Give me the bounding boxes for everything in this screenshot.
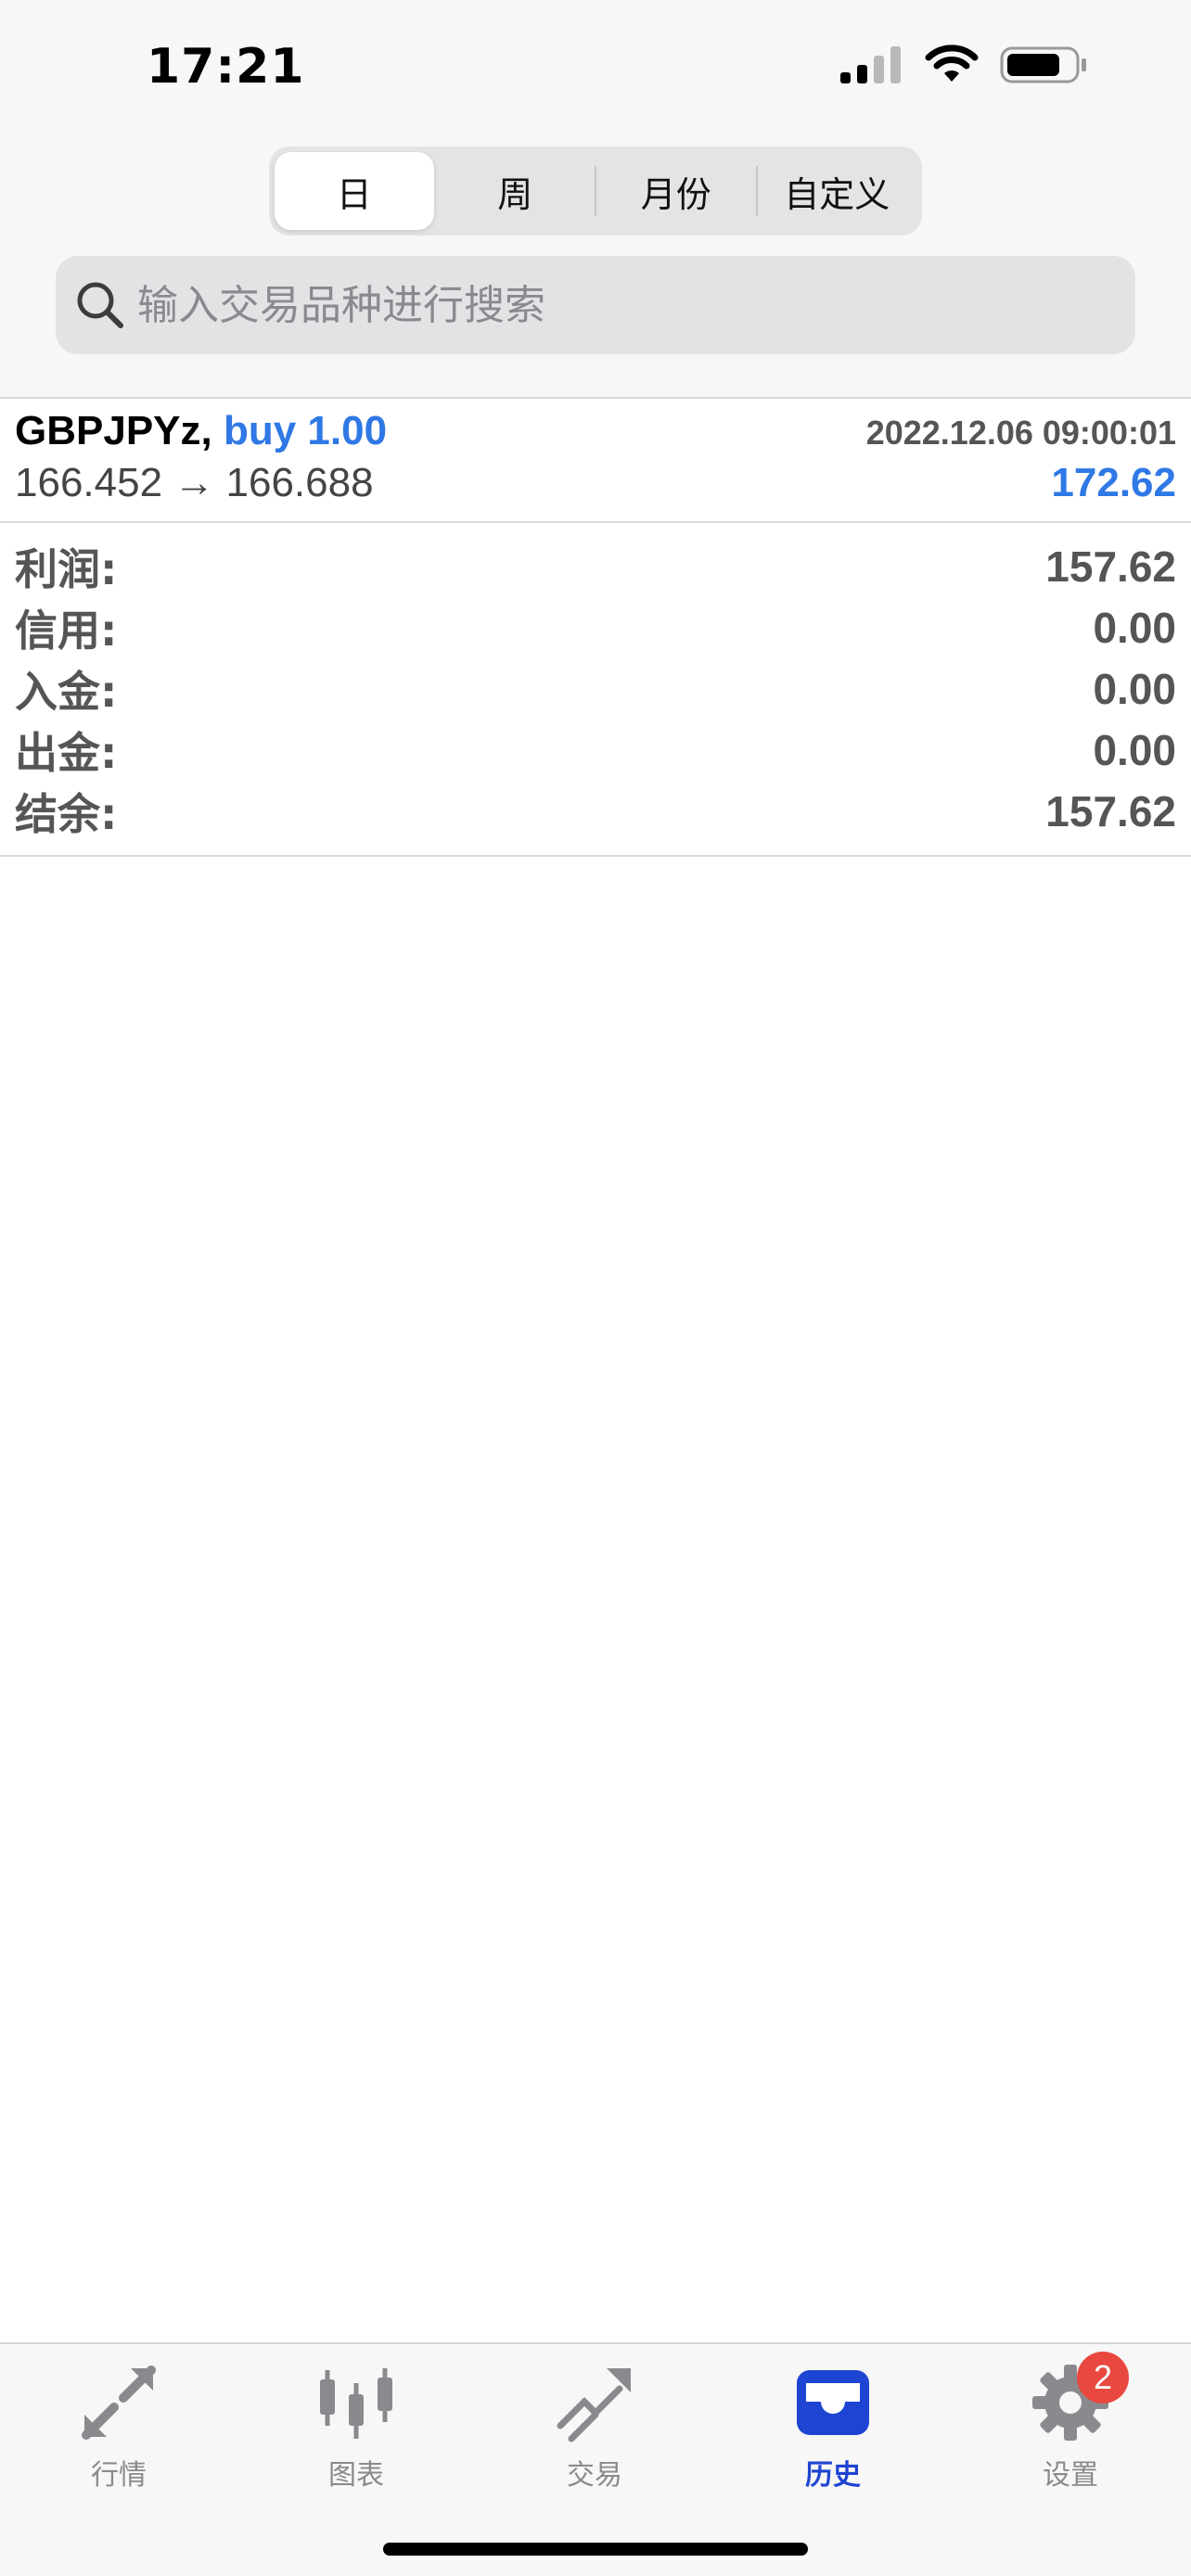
summary-label: 入金:: [15, 667, 118, 717]
period-tab-day[interactable]: 日: [275, 152, 434, 230]
summary-row-profit: 利润: 157.62: [15, 536, 1176, 597]
summary-label: 利润:: [15, 544, 118, 594]
tab-label: 交易: [567, 2459, 622, 2492]
tab-trade[interactable]: 交易: [511, 2361, 678, 2509]
tab-settings[interactable]: 2 设置: [987, 2352, 1154, 2509]
summary-row-deposit: 入金: 0.00: [15, 658, 1176, 720]
summary-value: 0.00: [1093, 604, 1176, 652]
summary-label: 结余:: [15, 789, 118, 839]
status-icons: [839, 45, 1089, 85]
summary-value: 0.00: [1093, 665, 1176, 713]
deal-time: 2022.12.06 09:00:01: [865, 414, 1176, 452]
summary-row-balance: 结余: 157.62: [15, 781, 1176, 842]
deal-direction-volume: buy 1.00: [223, 408, 388, 453]
deal-profit: 172.62: [1051, 460, 1176, 505]
divider: [0, 397, 1191, 399]
tab-chart[interactable]: 图表: [273, 2361, 440, 2509]
deal-prices: 166.452 → 166.688: [15, 460, 374, 505]
settings-icon: 2: [1029, 2352, 1129, 2444]
summary-value: 157.62: [1045, 787, 1176, 835]
period-tab-label: 日: [336, 173, 372, 215]
summary-value: 0.00: [1093, 726, 1176, 774]
tab-bar: 行情 图表 交易 历史 2 设置: [0, 2342, 1191, 2576]
search-input[interactable]: [135, 280, 1067, 330]
period-tab-week[interactable]: 周: [436, 152, 596, 230]
tab-quotes[interactable]: 行情: [35, 2361, 202, 2509]
period-tab-custom[interactable]: 自定义: [758, 152, 917, 230]
cellular-signal-icon: [840, 46, 901, 83]
history-icon: [791, 2361, 875, 2444]
period-segmented-control: 日 周 月份 自定义: [269, 147, 922, 236]
summary-value: 157.62: [1045, 542, 1176, 591]
notification-badge: 2: [1077, 2352, 1129, 2404]
quotes-icon: [77, 2361, 160, 2444]
status-bar: 17:21: [0, 0, 1191, 139]
wifi-icon: [925, 45, 979, 82]
summary-row-credit: 信用: 0.00: [15, 597, 1176, 658]
divider: [0, 521, 1191, 523]
battery-icon: [1000, 46, 1086, 83]
history-summary: 利润: 157.62 信用: 0.00 入金: 0.00 出金: 0.00 结余…: [15, 536, 1176, 842]
tab-label: 图表: [328, 2459, 384, 2492]
summary-label: 信用:: [15, 606, 118, 656]
period-tab-month[interactable]: 月份: [596, 152, 756, 230]
status-time: 17:21: [147, 39, 305, 95]
home-indicator[interactable]: [383, 2543, 808, 2556]
tab-history[interactable]: 历史: [749, 2361, 916, 2509]
trade-icon: [553, 2361, 636, 2444]
divider: [0, 855, 1191, 857]
deal-symbol: GBPJPYz, buy 1.00: [15, 408, 387, 454]
deal-row[interactable]: GBPJPYz, buy 1.00 2022.12.06 09:00:01 16…: [15, 401, 1176, 521]
symbol-search-bar[interactable]: [56, 256, 1135, 354]
deal-symbol-name: GBPJPYz,: [15, 408, 212, 453]
tab-label: 行情: [91, 2459, 147, 2492]
summary-row-withdrawal: 出金: 0.00: [15, 720, 1176, 781]
search-icon: [74, 279, 126, 331]
period-tab-label: 月份: [640, 173, 711, 215]
tab-label: 设置: [1043, 2459, 1098, 2492]
period-tab-label: 周: [497, 173, 533, 215]
chart-icon: [314, 2361, 398, 2444]
period-tab-label: 自定义: [784, 173, 890, 215]
summary-label: 出金:: [15, 728, 118, 778]
tab-label: 历史: [805, 2459, 861, 2492]
